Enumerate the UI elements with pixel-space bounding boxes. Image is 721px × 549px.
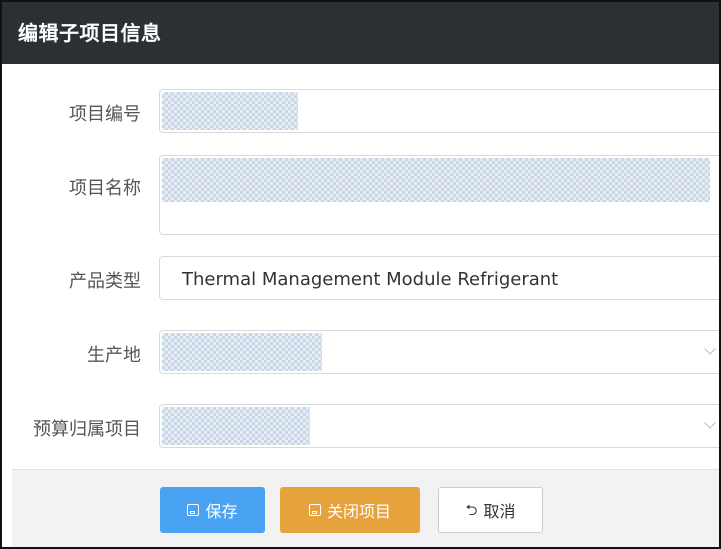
close-project-button[interactable]: 关闭项目 bbox=[280, 487, 420, 533]
save-button-label: 保存 bbox=[205, 502, 238, 521]
chevron-down-icon bbox=[704, 417, 716, 429]
budget-project-label: 预算归属项目 bbox=[33, 419, 141, 440]
project-code-label: 项目编号 bbox=[69, 104, 141, 125]
chevron-down-icon bbox=[704, 343, 716, 355]
product-type-input[interactable]: Thermal Management Module Refrigerant bbox=[159, 256, 719, 300]
cancel-button[interactable]: ⮌ 取消 bbox=[438, 487, 543, 533]
dialog-title: 编辑子项目信息 bbox=[18, 21, 162, 45]
close-project-button-label: 关闭项目 bbox=[326, 502, 391, 521]
budget-project-select[interactable] bbox=[159, 404, 719, 448]
project-code-input[interactable] bbox=[159, 89, 719, 133]
product-type-label: 产品类型 bbox=[69, 271, 141, 292]
project-name-input[interactable] bbox=[159, 155, 719, 235]
cancel-button-label: 取消 bbox=[483, 502, 516, 521]
production-site-select[interactable] bbox=[159, 330, 719, 374]
project-name-label: 项目名称 bbox=[69, 178, 141, 199]
redacted-value bbox=[162, 158, 710, 202]
save-icon bbox=[308, 504, 321, 516]
undo-icon: ⮌ bbox=[465, 500, 478, 519]
save-icon bbox=[187, 504, 200, 516]
dialog-titlebar: 编辑子项目信息 bbox=[2, 2, 719, 64]
redacted-value bbox=[162, 333, 322, 371]
redacted-value bbox=[162, 407, 310, 445]
dialog-footer: 保存 关闭项目 ⮌ 取消 bbox=[12, 469, 719, 547]
product-type-value: Thermal Management Module Refrigerant bbox=[182, 269, 559, 290]
save-button[interactable]: 保存 bbox=[160, 487, 265, 533]
edit-subproject-dialog: 编辑子项目信息 项目编号 项目名称 产品类型 Thermal Managemen… bbox=[0, 0, 721, 549]
production-site-label: 生产地 bbox=[87, 345, 141, 366]
redacted-value bbox=[162, 92, 298, 130]
